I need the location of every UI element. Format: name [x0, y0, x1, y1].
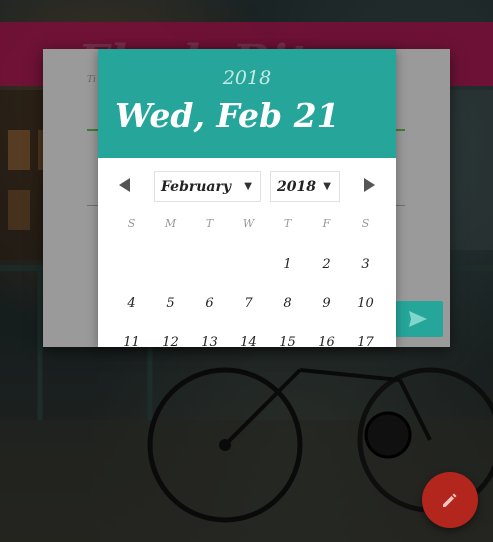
week-row: 11 12 13 14 15 16 17: [112, 323, 385, 347]
days-grid: 1 2 3 4 5 6 7 8 9 10 11 12 13 14 15 16 1…: [112, 245, 385, 347]
send-button[interactable]: [393, 301, 443, 337]
day-cell[interactable]: 4: [112, 296, 151, 311]
week-row: 4 5 6 7 8 9 10: [112, 284, 385, 323]
day-cell[interactable]: 12: [151, 335, 190, 347]
weekday-label: T: [283, 217, 292, 230]
weekday-header: S M T W T F S: [112, 217, 385, 230]
day-cell[interactable]: 8: [268, 296, 307, 311]
day-cell[interactable]: 15: [268, 335, 307, 347]
day-cell[interactable]: 1: [268, 257, 307, 272]
calendar-body: S M T W T F S 1 2 3 4 5 6 7 8 9 10 11 12: [98, 49, 396, 347]
day-cell[interactable]: 3: [346, 257, 385, 272]
weekday-label: F: [322, 217, 331, 230]
day-cell[interactable]: 17: [346, 335, 385, 347]
day-cell[interactable]: 13: [190, 335, 229, 347]
weekday-label: T: [205, 217, 214, 230]
weekday-label: S: [361, 217, 370, 230]
week-row: 1 2 3: [112, 245, 385, 284]
edit-fab-button[interactable]: [422, 472, 478, 528]
weekday-label: S: [127, 217, 136, 230]
pencil-icon: [443, 493, 457, 507]
day-cell[interactable]: 7: [229, 296, 268, 311]
day-cell[interactable]: 6: [190, 296, 229, 311]
send-icon: [409, 311, 427, 327]
day-cell[interactable]: 16: [307, 335, 346, 347]
day-cell[interactable]: 14: [229, 335, 268, 347]
day-cell[interactable]: 9: [307, 296, 346, 311]
day-cell[interactable]: 2: [307, 257, 346, 272]
day-cell[interactable]: 10: [346, 296, 385, 311]
weekday-label: W: [242, 217, 255, 230]
weekday-label: M: [164, 217, 177, 230]
field-label: Ti: [87, 75, 96, 85]
day-cell[interactable]: 11: [112, 335, 151, 347]
day-cell[interactable]: 5: [151, 296, 190, 311]
